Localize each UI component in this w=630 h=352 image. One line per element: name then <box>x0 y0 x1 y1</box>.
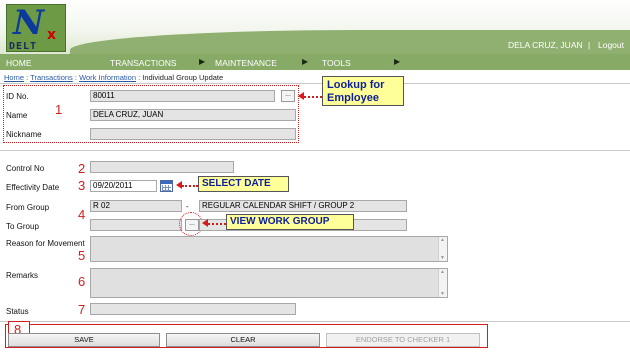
employee-lookup-button[interactable]: ... <box>281 90 295 102</box>
divider <box>0 150 630 151</box>
menu-transactions[interactable]: TRANSACTIONS <box>110 58 177 68</box>
remarks-label: Remarks <box>6 271 39 280</box>
nickname-label: Nickname <box>6 130 42 139</box>
annotation-arrow-line <box>182 185 198 187</box>
annotation-arrow-line <box>208 223 226 225</box>
annotation-number-5: 5 <box>78 248 86 263</box>
reason-label: Reason for Movement <box>6 239 85 248</box>
logo-sub: x <box>47 27 57 43</box>
remarks-textarea[interactable]: ▲ ▼ <box>90 268 448 298</box>
callout-line: Employee <box>327 92 379 104</box>
breadcrumb-home[interactable]: Home <box>4 73 24 82</box>
from-group-code: R 02 <box>90 200 182 212</box>
divider <box>0 321 630 322</box>
annotation-number-2: 2 <box>78 161 86 176</box>
reason-textarea[interactable]: ▲ ▼ <box>90 236 448 262</box>
menu-tools[interactable]: TOOLS <box>322 58 351 68</box>
scrollbar[interactable]: ▲ ▼ <box>438 269 447 297</box>
name-label: Name <box>6 111 28 120</box>
menu-maintenance[interactable]: MAINTENANCE <box>215 58 277 68</box>
from-group-label: From Group <box>6 203 50 212</box>
logo-letter: N <box>13 3 45 43</box>
effectivity-date-input[interactable]: 09/20/2011 <box>90 180 157 192</box>
callout-line: Lookup for <box>327 79 385 91</box>
id-no-input[interactable]: 80011 <box>90 90 275 102</box>
menu-bar <box>0 54 630 70</box>
annotation-number-1: 1 <box>55 102 63 117</box>
chevron-right-icon: ▶ <box>199 57 206 66</box>
lookup-employee-callout: Lookup for Employee <box>322 76 404 106</box>
breadcrumb: Home : Transactions : Work Information :… <box>4 73 224 82</box>
breadcrumb-transactions[interactable]: Transactions <box>30 73 73 82</box>
to-group-label: To Group <box>6 222 39 231</box>
control-no-input[interactable] <box>90 161 234 173</box>
select-date-callout: SELECT DATE <box>198 176 289 192</box>
logout-link[interactable]: Logout <box>598 40 624 50</box>
app-logo: N x DELT <box>6 3 66 52</box>
user-name: DELA CRUZ, JUAN <box>508 40 583 50</box>
id-no-label: ID No. <box>6 92 29 101</box>
divider <box>0 83 630 84</box>
from-group-dash: - <box>186 202 189 211</box>
effectivity-date-label: Effectivity Date <box>6 183 60 192</box>
logo-bars: DELT <box>9 41 38 52</box>
to-group-input[interactable] <box>90 219 182 231</box>
header-separator: | <box>588 40 591 50</box>
from-group-description: REGULAR CALENDAR SHIFT / GROUP 2 <box>199 200 407 212</box>
control-no-label: Control No <box>6 164 45 173</box>
chevron-right-icon: ▶ <box>394 57 401 66</box>
view-work-group-callout: VIEW WORK GROUP <box>226 214 354 230</box>
name-input[interactable]: DELA CRUZ, JUAN <box>90 109 296 121</box>
clear-button[interactable]: CLEAR <box>166 333 320 347</box>
annotation-number-7: 7 <box>78 302 86 317</box>
annotation-arrow-line <box>304 96 322 98</box>
breadcrumb-work-information[interactable]: Work Information <box>79 73 136 82</box>
scrollbar[interactable]: ▲ ▼ <box>438 237 447 261</box>
menu-home[interactable]: HOME <box>6 58 32 68</box>
chevron-right-icon: ▶ <box>302 57 309 66</box>
breadcrumb-current: Individual Group Update <box>142 73 224 82</box>
save-button[interactable]: SAVE <box>8 333 160 347</box>
annotation-number-6: 6 <box>78 274 86 289</box>
endorse-button[interactable]: ENDORSE TO CHECKER 1 <box>326 333 480 347</box>
calendar-icon[interactable] <box>160 180 173 192</box>
annotation-number-3: 3 <box>78 178 86 193</box>
annotation-number-4: 4 <box>78 207 86 222</box>
nickname-input[interactable] <box>90 128 296 140</box>
status-label: Status <box>6 307 29 316</box>
status-input <box>90 303 296 315</box>
